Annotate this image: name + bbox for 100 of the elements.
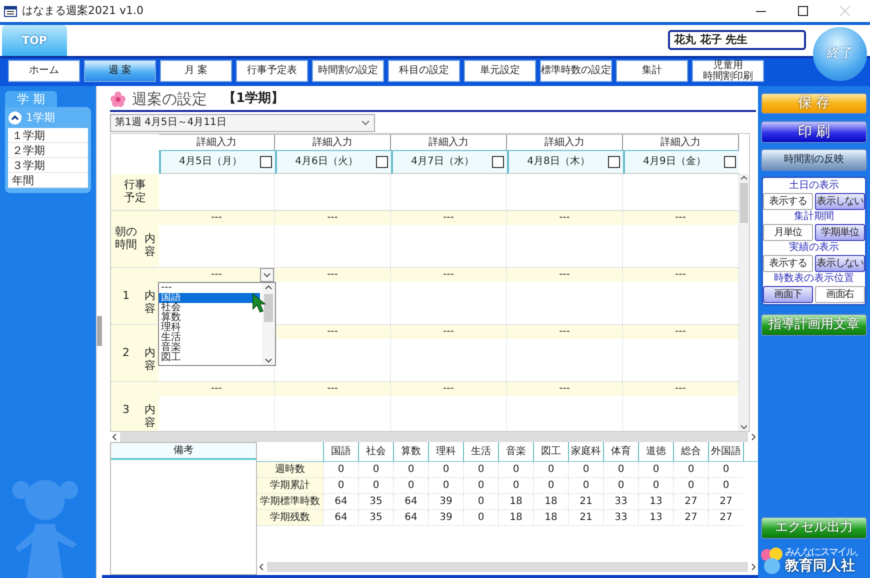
option-button[interactable]: 表示する [763,255,813,272]
column-header: 算数 [393,442,428,461]
horizontal-scrollbar[interactable] [257,562,758,572]
subject-select[interactable]: --- [391,210,506,225]
table-cell: 64 [323,510,358,526]
nav-button[interactable]: 集計 [616,60,688,82]
nav-button[interactable]: 標準時数の設定 [540,60,612,82]
table-cell: 33 [603,510,638,526]
print-button[interactable]: 印 刷 [761,121,867,143]
scroll-up-icon[interactable] [740,174,748,182]
nav-button[interactable]: ホーム [8,60,80,82]
caret-icon[interactable] [260,268,274,282]
list-scrollbar[interactable] [262,282,275,365]
dropdown-option[interactable]: 図工 [159,352,260,363]
table-cell: 0 [463,478,498,494]
horizontal-scrollbar[interactable] [110,432,758,442]
term-label: 【1学期】 [223,91,284,107]
subject-select[interactable]: --- [623,268,738,282]
apply-timetable-button[interactable]: 時間割の反映 [761,149,867,171]
subject-select[interactable]: --- [275,268,390,282]
checkbox[interactable] [376,156,388,168]
table-cell: 0 [603,478,638,494]
table-cell: 0 [638,478,673,494]
option-button[interactable]: 表示しない [815,255,865,272]
maximize-icon[interactable] [798,6,808,16]
nav-button[interactable]: 時間割の設定 [312,60,384,82]
option-button[interactable]: 表示しない [815,193,865,210]
subject-select[interactable]: --- [623,210,738,225]
teacher-name-field[interactable]: 花丸 花子 先生 [668,30,806,50]
subject-select[interactable]: --- [159,210,274,225]
column-header[interactable]: 詳細入力 [275,134,391,151]
subject-select[interactable]: --- [391,324,506,339]
subject-select[interactable]: --- [159,268,274,282]
checkbox[interactable] [608,156,620,168]
nav-button[interactable]: 月 案 [160,60,232,82]
scroll-down-icon[interactable] [740,422,748,431]
checkbox[interactable] [260,156,272,168]
collapse-icon[interactable] [8,111,22,125]
subject-select[interactable]: --- [275,210,390,225]
nav-button[interactable]: 科目の設定 [388,60,460,82]
term-item[interactable]: ３学期 [8,158,88,173]
subject-select[interactable]: --- [391,382,506,396]
table-cell: 18 [533,494,568,510]
subject-select[interactable]: --- [507,382,622,396]
collapse-handle[interactable] [97,316,102,346]
subject-select[interactable]: --- [507,324,622,339]
table-cell: 0 [533,462,568,478]
column-header[interactable]: 詳細入力 [391,134,507,151]
nav-button[interactable]: 単元設定 [464,60,536,82]
column-header[interactable]: 詳細入力 [623,134,739,151]
column-header: 外国語 [708,442,743,461]
checkbox[interactable] [492,156,504,168]
subject-select[interactable]: --- [507,268,622,282]
smiley-logo-drawing [761,546,783,576]
option-button[interactable]: 表示する [763,193,813,210]
app-icon [4,6,17,16]
dropdown-option[interactable]: 国語 [159,292,260,303]
subject-select[interactable]: --- [391,268,506,282]
column-header[interactable]: 詳細入力 [507,134,623,151]
nav-button[interactable]: 児童用 時間割印刷 [692,60,764,82]
subject-select[interactable]: --- [275,382,390,396]
checkbox[interactable] [724,156,736,168]
week-select[interactable]: 第1週 4月5日～4月11日 [110,114,375,132]
dropdown-option[interactable]: 音楽 [159,342,260,353]
term-item[interactable]: ２学期 [8,143,88,158]
table-cell: 13 [638,494,673,510]
option-button[interactable]: 画面下 [763,286,813,303]
subject-select[interactable]: --- [507,210,622,225]
column-header: 国語 [323,442,358,461]
option-button[interactable]: 画面右 [815,286,865,303]
option-button[interactable]: 学期単位 [815,224,865,241]
dropdown-option[interactable]: 生活 [159,332,260,343]
vertical-scrollbar[interactable] [739,174,749,431]
term-item[interactable]: １学期 [8,128,88,143]
scrollbar-thumb[interactable] [264,294,273,322]
dropdown-option[interactable]: 理科 [159,322,260,333]
option-button[interactable]: 月単位 [763,224,813,241]
scroll-left-icon[interactable] [110,432,120,442]
term-item[interactable]: 年間 [8,173,88,188]
subject-select[interactable]: --- [159,382,274,396]
table-cell: 0 [463,494,498,510]
dropdown-option[interactable]: --- [159,282,260,293]
mouse-cursor-icon [252,292,266,313]
subject-select[interactable]: --- [275,324,390,339]
column-header[interactable]: 詳細入力 [159,134,275,151]
scroll-up-icon[interactable] [264,282,273,292]
column-header: 生活 [463,442,498,461]
nav-button[interactable]: 行事予定表 [236,60,308,82]
row-header: 学期残数 [257,510,323,526]
subject-select[interactable]: --- [623,382,738,396]
table-cell: 64 [323,494,358,510]
nav-button[interactable]: 週 案 [84,60,156,82]
date-header: 4月5日（月） [178,156,243,168]
scroll-down-icon[interactable] [264,356,273,365]
date-header: 4月6日（火） [294,156,359,168]
scroll-right-icon[interactable] [748,562,758,572]
dropdown-option[interactable]: 算数 [159,312,260,323]
subject-select[interactable]: --- [623,324,738,339]
scroll-left-icon[interactable] [257,562,267,572]
scrollbar-thumb[interactable] [740,182,748,223]
